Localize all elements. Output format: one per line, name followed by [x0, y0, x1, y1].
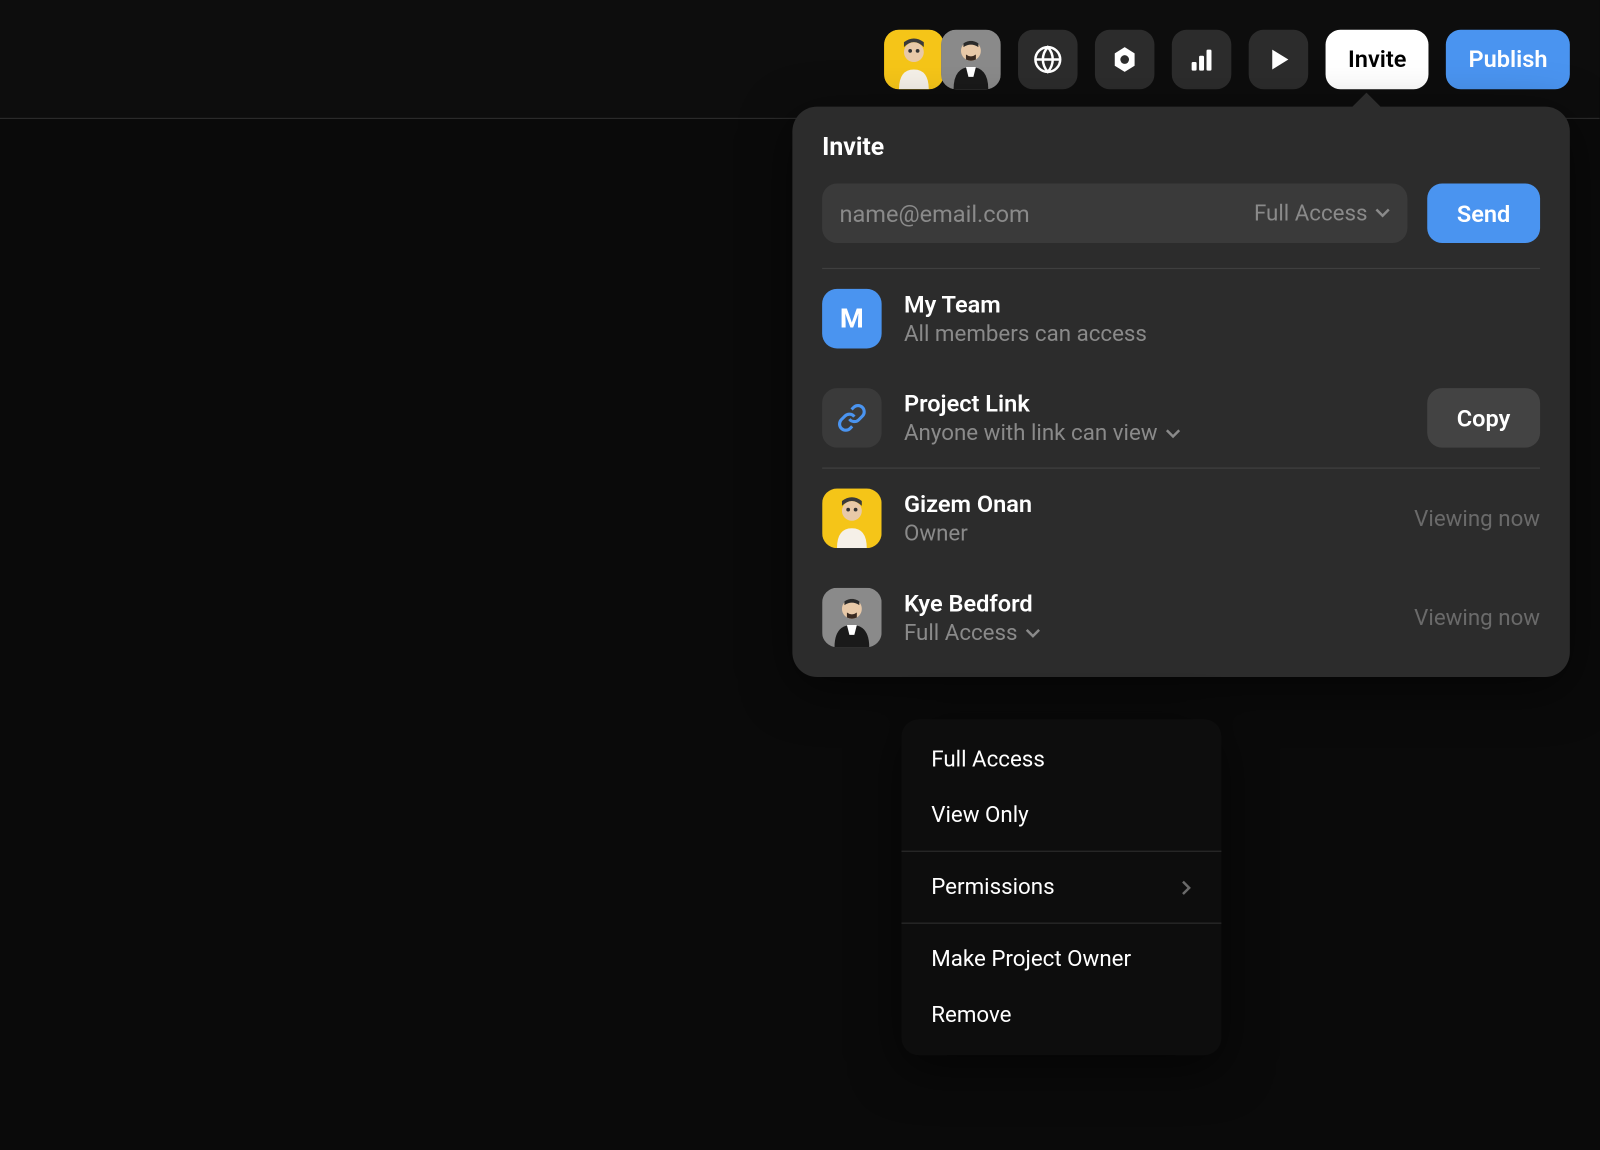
access-level-dropdown[interactable]: Full Access	[1254, 200, 1390, 226]
link-icon	[837, 403, 867, 433]
user-name: Kye Bedford	[904, 589, 1392, 618]
user-role-dropdown[interactable]: Full Access	[904, 620, 1392, 646]
team-name: My Team	[904, 290, 1540, 319]
menu-item-label: Full Access	[931, 746, 1045, 772]
chevron-right-icon	[1182, 880, 1192, 895]
send-button-label: Send	[1457, 199, 1510, 228]
chevron-down-icon	[1025, 628, 1040, 638]
user-row: Gizem Onan Owner Viewing now	[822, 469, 1540, 568]
email-input[interactable]	[839, 199, 1253, 228]
menu-remove[interactable]: Remove	[901, 987, 1221, 1043]
link-name: Project Link	[904, 389, 1405, 418]
avatar-face-icon	[884, 29, 944, 89]
project-link-row: Project Link Anyone with link can view C…	[822, 368, 1540, 467]
avatar-face-icon	[822, 588, 882, 648]
menu-divider	[901, 923, 1221, 924]
invite-popover: Invite Full Access Send M My Team All me…	[792, 107, 1569, 677]
menu-view-only[interactable]: View Only	[901, 787, 1221, 843]
menu-permissions[interactable]: Permissions	[901, 859, 1221, 915]
publish-button-label: Publish	[1468, 45, 1547, 74]
user-role: Owner	[904, 521, 1392, 547]
globe-button[interactable]	[1018, 29, 1078, 89]
globe-icon	[1033, 44, 1063, 74]
invite-button[interactable]: Invite	[1326, 29, 1429, 89]
team-badge: M	[822, 289, 882, 349]
chevron-down-icon	[1165, 428, 1180, 438]
access-level-label: Full Access	[1254, 200, 1368, 226]
link-access-dropdown[interactable]: Anyone with link can view	[904, 420, 1405, 446]
link-sub-label: Anyone with link can view	[904, 420, 1158, 446]
menu-item-label: Remove	[931, 1002, 1011, 1028]
avatar-face-icon	[941, 29, 1001, 89]
analytics-button[interactable]	[1172, 29, 1232, 89]
team-sub: All members can access	[904, 321, 1540, 347]
access-context-menu: Full Access View Only Permissions Make P…	[901, 719, 1221, 1055]
play-icon	[1264, 44, 1294, 74]
team-badge-letter: M	[840, 303, 864, 334]
user-name: Gizem Onan	[904, 490, 1392, 519]
presence-avatars	[884, 29, 1001, 89]
link-icon-badge	[822, 388, 882, 448]
menu-full-access[interactable]: Full Access	[901, 732, 1221, 788]
menu-item-label: Make Project Owner	[931, 946, 1131, 972]
user-row: Kye Bedford Full Access Viewing now	[822, 568, 1540, 647]
play-button[interactable]	[1249, 29, 1309, 89]
presence-avatar-2[interactable]	[941, 29, 1001, 89]
menu-divider	[901, 851, 1221, 852]
presence-avatar-1[interactable]	[884, 29, 944, 89]
copy-link-button[interactable]: Copy	[1427, 388, 1540, 448]
user-info: Kye Bedford Full Access	[904, 589, 1392, 646]
chevron-down-icon	[1375, 208, 1390, 218]
user-role-label: Full Access	[904, 620, 1018, 646]
invite-button-label: Invite	[1348, 45, 1406, 74]
user-avatar	[822, 489, 882, 549]
send-button[interactable]: Send	[1427, 184, 1540, 244]
user-avatar	[822, 588, 882, 648]
invite-input-row: Full Access Send	[822, 184, 1540, 244]
team-info: My Team All members can access	[904, 290, 1540, 347]
settings-button[interactable]	[1095, 29, 1155, 89]
hexagon-icon	[1110, 44, 1140, 74]
email-input-wrapper: Full Access	[822, 184, 1407, 244]
menu-make-owner[interactable]: Make Project Owner	[901, 931, 1221, 987]
menu-item-label: Permissions	[931, 874, 1054, 900]
user-status: Viewing now	[1414, 605, 1540, 631]
user-status: Viewing now	[1414, 505, 1540, 531]
menu-item-label: View Only	[931, 802, 1028, 828]
popover-title: Invite	[822, 131, 1540, 161]
bar-chart-icon	[1187, 44, 1217, 74]
avatar-face-icon	[822, 489, 882, 549]
link-info: Project Link Anyone with link can view	[904, 389, 1405, 446]
team-row[interactable]: M My Team All members can access	[822, 269, 1540, 368]
copy-button-label: Copy	[1457, 404, 1511, 433]
publish-button[interactable]: Publish	[1446, 29, 1570, 89]
user-info: Gizem Onan Owner	[904, 490, 1392, 547]
